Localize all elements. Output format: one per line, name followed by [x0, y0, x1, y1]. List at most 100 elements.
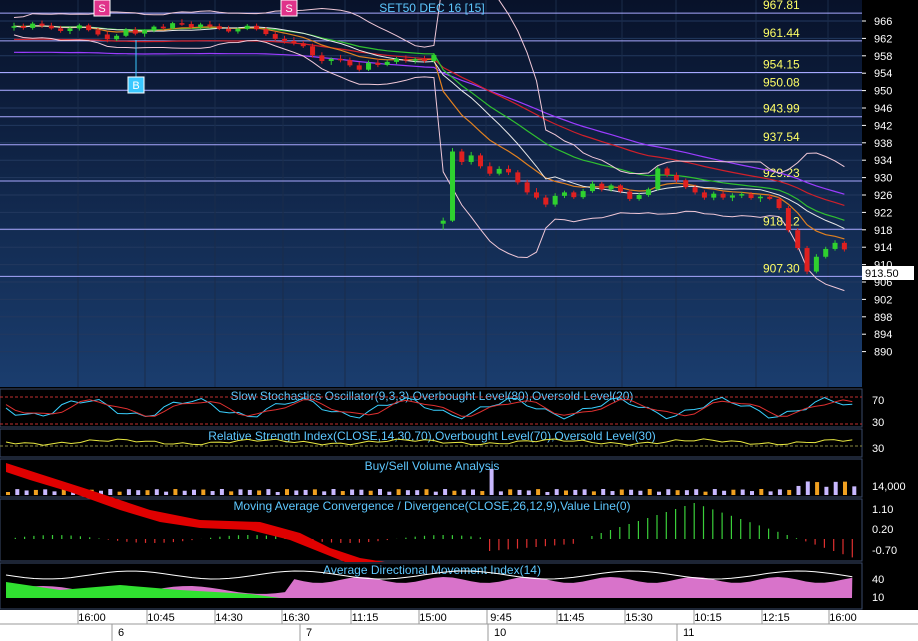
time-tick-label: 9:45: [490, 612, 511, 624]
level-label: 937.54: [763, 130, 800, 144]
signal-label: S: [98, 3, 105, 15]
candle[interactable]: [795, 228, 801, 251]
volume-bar: [508, 489, 513, 495]
price-tick-label: 938: [874, 138, 892, 150]
volume-bar: [303, 489, 308, 495]
volume-bar: [750, 491, 754, 495]
level-label: 961.44: [763, 26, 800, 40]
volume-bar: [359, 489, 364, 495]
volume-bar: [266, 489, 271, 495]
sell-signal-marker[interactable]: S: [93, 0, 111, 17]
last-price-label: 913.50: [865, 268, 899, 280]
volume-bar: [368, 490, 373, 495]
time-tick-label: 16:30: [282, 612, 310, 624]
volume-bar: [703, 491, 708, 495]
volume-bar: [545, 491, 550, 495]
volume-bar: [201, 489, 206, 495]
volume-bar: [182, 490, 187, 495]
price-tick-label: 958: [874, 51, 892, 63]
panel-tick-label: -0.70: [872, 545, 897, 557]
volume-bar: [154, 489, 159, 495]
candle[interactable]: [813, 254, 819, 274]
volume-bar: [24, 490, 29, 495]
volume-bar: [350, 489, 355, 495]
volume-bar: [694, 489, 699, 495]
volume-bar: [164, 491, 169, 495]
price-tick-label: 926: [874, 190, 892, 202]
level-label: 950.08: [763, 75, 800, 89]
volume-bar: [331, 489, 336, 495]
volume-bar: [219, 489, 224, 495]
volume-bar: [405, 490, 410, 495]
volume-bar: [601, 489, 606, 495]
volume-bar: [536, 489, 541, 495]
time-tick-label: 11:15: [352, 612, 379, 624]
trading-chart[interactable]: 967.81961.44954.15950.08943.99937.54929.…: [0, 0, 918, 641]
panel-title: Relative Strength Index(CLOSE,14,30,70),…: [208, 429, 656, 443]
volume-bar: [52, 491, 57, 495]
stoch-panel[interactable]: Slow Stochastics Oscillator(9,3,3),Overb…: [0, 388, 884, 429]
candle[interactable]: [655, 166, 661, 191]
time-tick-label: 14:30: [215, 612, 243, 624]
candle[interactable]: [804, 245, 810, 275]
panel-tick-label: 10: [872, 592, 884, 604]
price-tick-label: 966: [874, 16, 892, 28]
panel-tick-label: 70: [872, 395, 884, 407]
volume-bar: [145, 490, 150, 495]
price-tick-label: 942: [874, 120, 892, 132]
volume-bar: [517, 489, 522, 495]
time-tick-label: 16:00: [829, 612, 857, 624]
volume-bar: [461, 489, 466, 495]
candle[interactable]: [478, 153, 483, 169]
panel-title: Buy/Sell Volume Analysis: [365, 459, 500, 473]
volume-bar: [238, 489, 243, 495]
sell-signal-marker[interactable]: S: [280, 0, 298, 17]
volume-bar: [257, 490, 262, 495]
price-tick-label: 930: [874, 173, 892, 185]
time-tick-label: 16:00: [78, 612, 106, 624]
volume-bar: [247, 489, 252, 495]
panel-tick-label: 30: [872, 443, 884, 455]
volume-bar: [43, 489, 48, 495]
volume-bar: [173, 489, 178, 495]
volume-bar: [777, 489, 782, 495]
candle[interactable]: [785, 205, 791, 233]
volume-bar: [415, 490, 420, 495]
volume-bar: [489, 469, 494, 495]
volume-bar: [480, 491, 485, 495]
volume-bar: [610, 491, 615, 495]
volume-bar: [498, 491, 503, 495]
time-tick-label: 10:45: [147, 612, 175, 624]
rsi-panel[interactable]: Relative Strength Index(CLOSE,14,30,70),…: [0, 428, 884, 458]
volume-bar: [396, 489, 401, 495]
level-label: 907.30: [763, 261, 800, 275]
volume-bar: [117, 491, 122, 495]
volume-bar: [666, 489, 671, 495]
volume-bar: [712, 489, 717, 495]
volume-bar: [6, 492, 10, 495]
adx-panel[interactable]: Average Directional Movement Index(14)40…: [0, 562, 884, 610]
panel-title: Moving Average Convergence / Divergence(…: [233, 499, 630, 513]
volume-panel[interactable]: Buy/Sell Volume Analysis 14,000: [0, 458, 906, 498]
volume-bar: [675, 490, 680, 495]
volume-bar: [443, 489, 448, 495]
date-tick-label: 7: [306, 627, 312, 639]
signal-label: S: [285, 3, 292, 15]
volume-bar: [433, 491, 438, 495]
date-tick-label: 6: [118, 627, 124, 639]
signal-label: B: [132, 80, 139, 92]
candle[interactable]: [450, 148, 456, 222]
volume-bar: [768, 491, 773, 495]
panel-tick-label: 1.10: [872, 504, 893, 516]
volume-bar: [564, 490, 568, 495]
volume-bar: [340, 491, 345, 495]
volume-bar: [657, 491, 661, 495]
volume-bar: [322, 491, 327, 495]
time-tick-label: 10:15: [694, 612, 722, 624]
price-tick-label: 954: [874, 68, 892, 80]
volume-bar: [629, 489, 634, 495]
volume-bar: [136, 490, 141, 495]
level-label: 943.99: [763, 102, 800, 116]
price-tick-label: 922: [874, 207, 892, 219]
volume-bar: [796, 485, 801, 495]
